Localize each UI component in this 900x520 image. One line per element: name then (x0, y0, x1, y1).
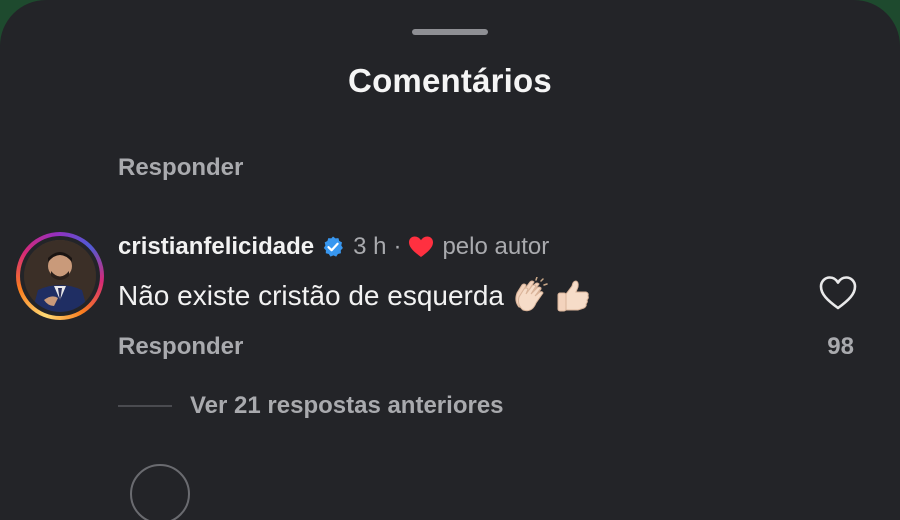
verified-badge-icon (321, 235, 345, 259)
liked-by-author-heart-icon (408, 235, 434, 259)
comment-time: 3 h (353, 233, 387, 260)
meta-separator: · (393, 233, 402, 260)
comment-reply-button[interactable]: Responder (118, 333, 243, 361)
like-count: 98 (827, 333, 854, 360)
comment-body: Não existe cristão de esquerda (118, 276, 592, 315)
clapping-hands-emoji-icon (510, 276, 548, 315)
next-comment-avatar[interactable] (130, 464, 190, 520)
comment-text: Não existe cristão de esquerda (118, 280, 504, 311)
thread-line (118, 405, 172, 407)
view-previous-replies-button[interactable]: Ver 21 respostas anteriores (190, 392, 504, 420)
avatar-story-ring[interactable] (16, 232, 104, 320)
sheet-title: Comentários (348, 62, 552, 99)
comment-header: cristianfelicidade 3 h · pelo autor (118, 233, 549, 261)
avatar (24, 240, 96, 312)
liked-by-author-label: pelo autor (442, 233, 550, 260)
previous-comment-reply-button[interactable]: Responder (118, 154, 243, 182)
comment-username[interactable]: cristianfelicidade (118, 233, 314, 261)
like-heart-icon[interactable] (818, 274, 858, 312)
sheet-drag-handle[interactable] (412, 29, 488, 35)
comments-sheet: Comentários Responder cristianfelicidade (0, 0, 900, 520)
thumbs-up-emoji-icon (554, 277, 592, 315)
